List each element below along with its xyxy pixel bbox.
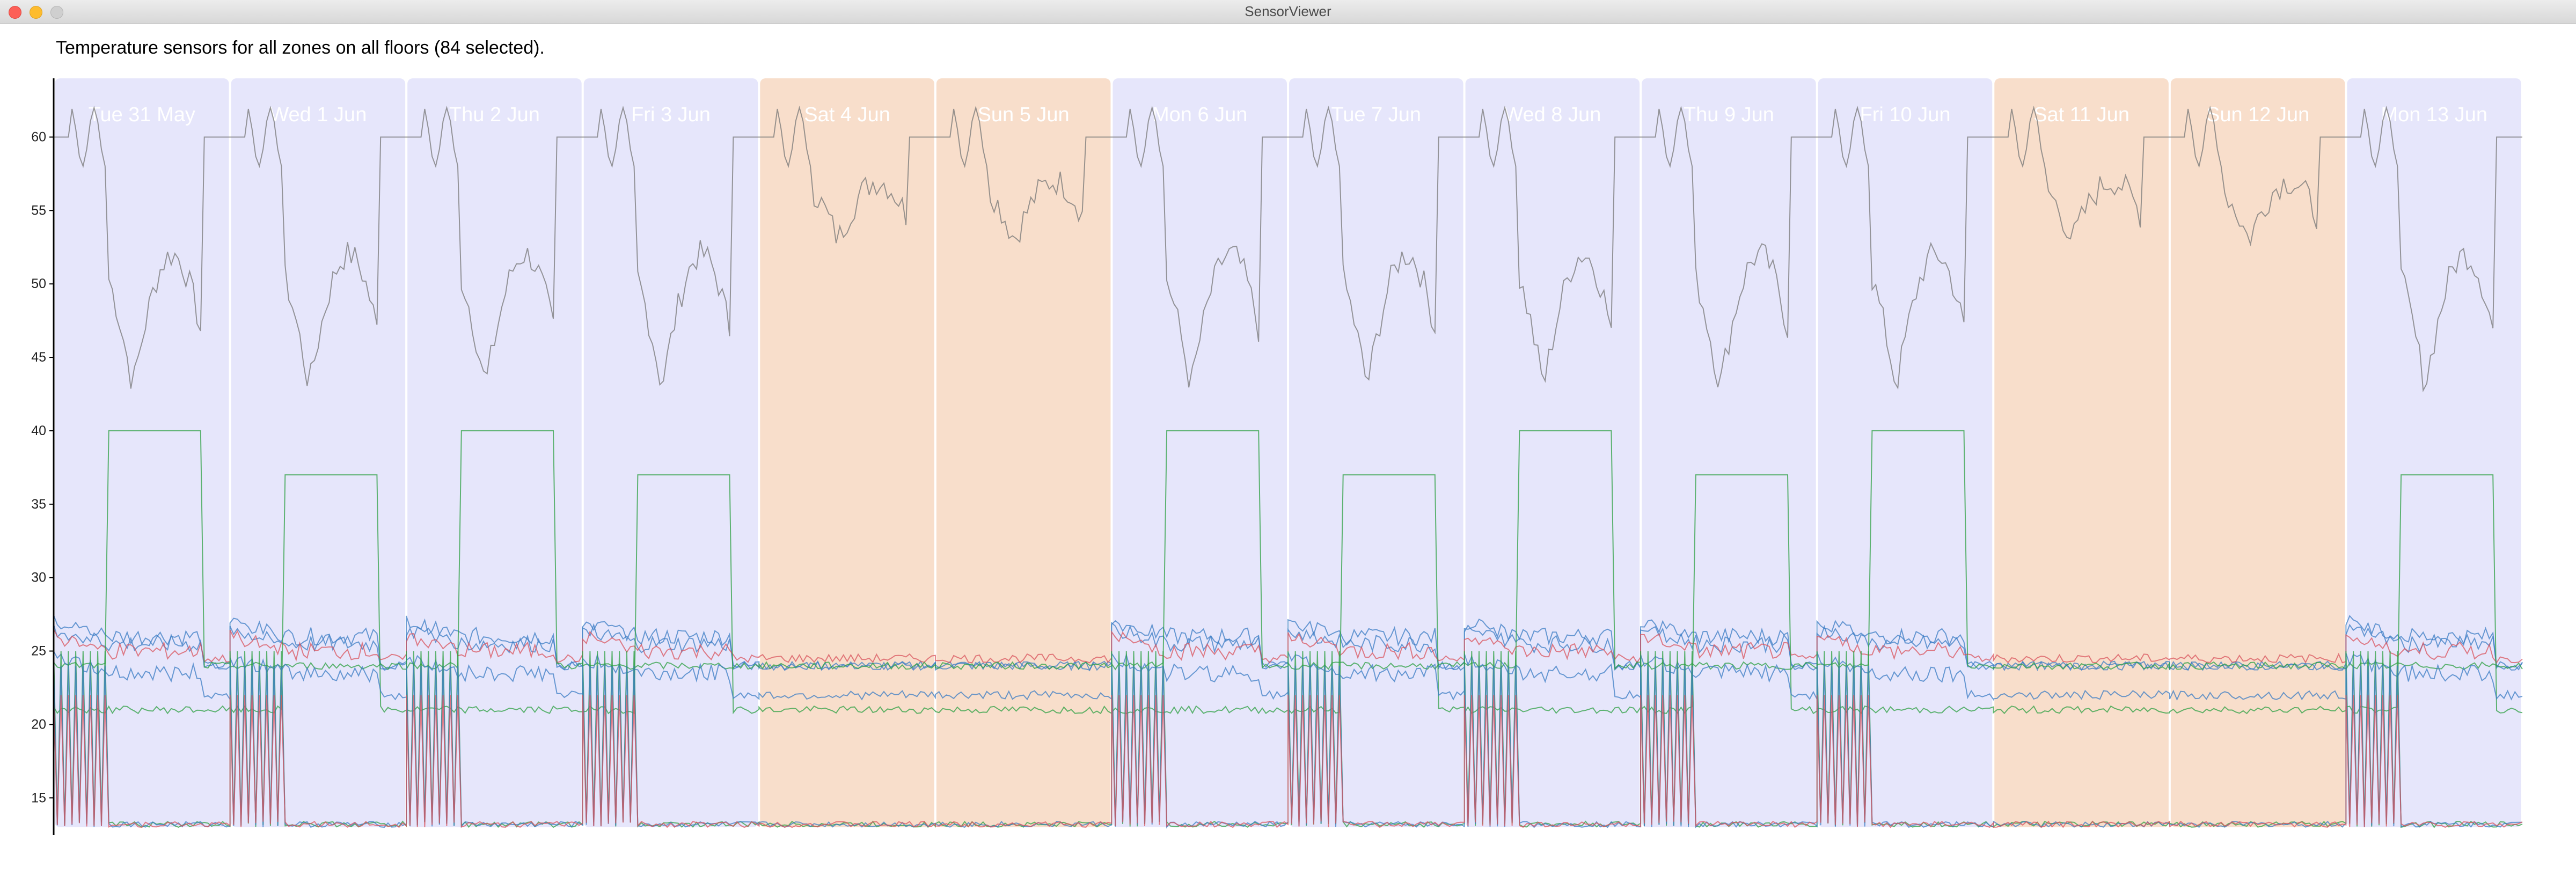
window-titlebar: SensorViewer [0,0,2576,24]
day-label: Tue 7 Jun [1331,104,1421,126]
day-label: Thu 2 Jun [449,104,540,126]
day-label: Fri 3 Jun [631,104,711,126]
day-band-12 [2170,78,2345,827]
y-axis: 15 20 25 30 35 40 45 50 55 60 [31,78,55,835]
day-label: Fri 10 Jun [1860,104,1951,126]
day-label: Wed 8 Jun [1504,104,1601,126]
day-label: Mon 13 Jun [2381,104,2487,126]
y-tick-label: 45 [31,350,46,365]
day-label: Sun 12 Jun [2206,104,2309,126]
y-tick-label: 35 [31,497,46,512]
day-label: Sun 5 Jun [978,104,1070,126]
y-tick-label: 40 [31,423,46,438]
y-tick-label: 50 [31,276,46,291]
day-label: Tue 31 May [89,104,195,126]
day-label: Sat 4 Jun [804,104,890,126]
chart-caption: Temperature sensors for all zones on all… [56,38,545,58]
day-label: Thu 9 Jun [1684,104,1774,126]
y-tick-label: 20 [31,717,46,732]
y-tick-label: 30 [31,570,46,585]
window-title: SensorViewer [1245,3,1331,19]
day-label: Sat 11 Jun [2033,104,2129,126]
sensor-chart: Tue 31 May Wed 1 Jun Thu 2 Jun Fri 3 Jun Sat… [31,78,2523,835]
y-tick-label: 25 [31,644,46,659]
day-label: Wed 1 Jun [269,104,367,126]
day-label: Mon 6 Jun [1152,104,1247,126]
day-band-4 [760,78,934,827]
y-tick-label: 15 [31,790,46,805]
day-band-11 [1994,78,2169,827]
y-tick-label: 55 [31,203,46,218]
y-tick-label: 60 [31,129,46,144]
day-band-5 [936,78,1111,827]
